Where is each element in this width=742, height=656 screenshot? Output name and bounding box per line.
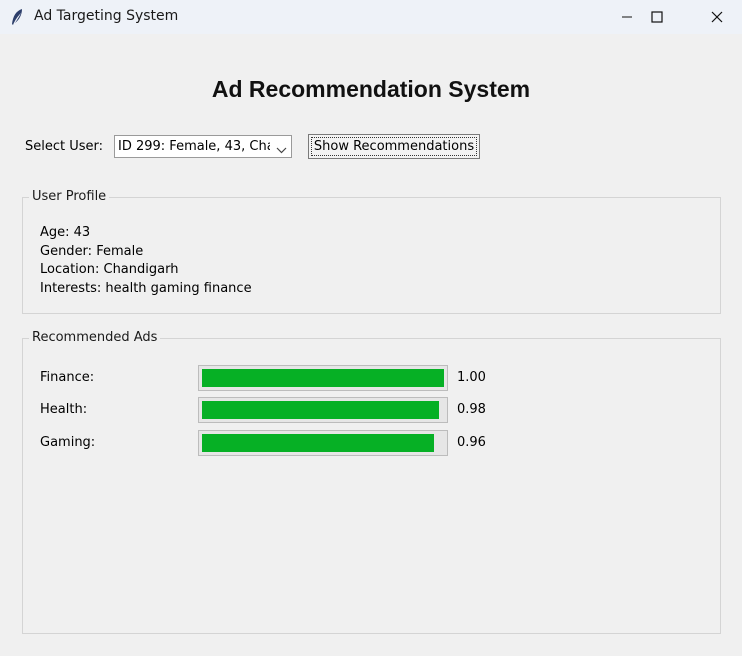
score-bar-fill (202, 369, 444, 387)
ad-score-gaming: 0.96 (457, 435, 486, 450)
profile-age: Age: 43 (40, 225, 91, 240)
score-bar-gaming (198, 430, 448, 456)
selected-user-value: ID 299: Female, 43, Chandigarh (118, 139, 270, 154)
profile-location: Location: Chandigarh (40, 262, 179, 277)
close-button[interactable] (694, 0, 740, 34)
profile-interests: Interests: health gaming finance (40, 281, 252, 296)
chevron-down-icon[interactable] (276, 143, 287, 158)
close-icon (711, 11, 723, 23)
score-bar-health (198, 397, 448, 423)
title-bar: Ad Targeting System (0, 0, 742, 34)
show-recommendations-button[interactable]: Show Recommendations (308, 134, 480, 159)
ad-score-health: 0.98 (457, 402, 486, 417)
score-bar-fill (202, 401, 439, 419)
feather-icon (10, 8, 24, 26)
user-select-combobox[interactable]: ID 299: Female, 43, Chandigarh (114, 135, 292, 158)
minimize-icon (621, 11, 633, 23)
maximize-icon (651, 11, 663, 23)
ad-score-finance: 1.00 (457, 370, 486, 385)
score-bar-finance (198, 365, 448, 391)
select-user-label: Select User: (25, 139, 104, 154)
page-title: Ad Recommendation System (211, 76, 531, 102)
maximize-button[interactable] (634, 0, 680, 34)
recommended-ads-legend: Recommended Ads (29, 330, 161, 345)
show-recommendations-label: Show Recommendations (313, 139, 475, 154)
score-bar-fill (202, 434, 434, 452)
ad-label-finance: Finance: (40, 370, 95, 385)
window-title: Ad Targeting System (34, 8, 179, 24)
profile-gender: Gender: Female (40, 244, 144, 259)
ad-label-health: Health: (40, 402, 88, 417)
user-profile-legend: User Profile (29, 189, 110, 204)
ad-label-gaming: Gaming: (40, 435, 96, 450)
